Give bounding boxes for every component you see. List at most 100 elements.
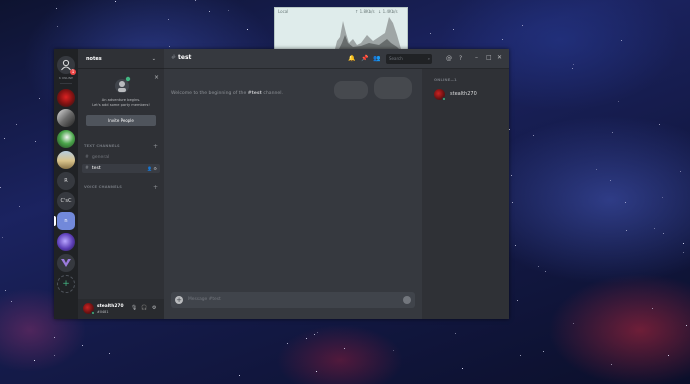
- star: [522, 25, 523, 26]
- star: [543, 351, 544, 352]
- star: [5, 290, 6, 291]
- guild-separator: [60, 83, 72, 84]
- username: stealth270: [97, 304, 124, 309]
- star: [57, 26, 58, 27]
- star: [662, 197, 663, 198]
- star: [54, 337, 55, 338]
- star: [314, 334, 315, 335]
- guild-name: notes: [86, 55, 102, 62]
- channel-settings-icons[interactable]: 👤 ⚙: [147, 166, 157, 171]
- online-count: 6 ONLINE: [58, 76, 74, 80]
- guild-icon-purple[interactable]: [57, 233, 75, 251]
- bell-icon[interactable]: 🔔: [348, 55, 355, 62]
- guild-sidebar: 1 6 ONLINE R C'sC n +: [54, 49, 78, 319]
- hash-icon: #: [171, 54, 177, 61]
- star: [316, 371, 317, 372]
- close-icon[interactable]: ✕: [497, 54, 502, 61]
- star: [668, 355, 669, 356]
- home-button[interactable]: 1: [57, 56, 76, 75]
- text-channels-category[interactable]: TEXT CHANNELS: [84, 144, 120, 148]
- pin-icon[interactable]: 📌: [361, 55, 368, 62]
- guild-icon-green[interactable]: [57, 130, 75, 148]
- create-voice-channel-icon[interactable]: +: [153, 185, 158, 191]
- minimize-icon[interactable]: –: [475, 54, 478, 61]
- channel-test[interactable]: # test 👤 ⚙: [82, 164, 160, 173]
- headphones-icon[interactable]: 🎧: [141, 305, 147, 311]
- welcome-channel: #test: [247, 91, 262, 96]
- online-category: ONLINE—1: [434, 78, 457, 82]
- star: [610, 180, 611, 181]
- guild-header[interactable]: notes ⌄: [78, 49, 164, 69]
- star: [654, 228, 655, 229]
- star: [455, 333, 456, 334]
- upload-plus-icon[interactable]: +: [175, 296, 183, 304]
- star: [453, 29, 454, 30]
- star: [545, 271, 546, 272]
- maximize-icon[interactable]: □: [486, 54, 492, 61]
- star: [462, 368, 463, 369]
- guild-r[interactable]: R: [57, 172, 75, 190]
- invite-member-icon[interactable]: 👤: [147, 166, 152, 171]
- mention-icon[interactable]: @: [446, 55, 452, 62]
- member-list-icon[interactable]: 👥: [373, 55, 380, 62]
- message-input-placeholder[interactable]: Message #test: [188, 297, 221, 302]
- invite-line-2: Let's add some party members!: [92, 103, 150, 107]
- party-illustration-icon: [115, 76, 131, 93]
- star: [511, 175, 512, 176]
- star: [683, 243, 684, 244]
- star: [502, 39, 503, 40]
- help-icon[interactable]: ?: [459, 55, 462, 62]
- gear-icon[interactable]: ⚙: [153, 166, 157, 171]
- star: [612, 132, 613, 133]
- star: [611, 364, 612, 365]
- purple-logo-icon: [61, 259, 71, 267]
- member-list: ONLINE—1 stealth270: [422, 69, 509, 319]
- guild-icon-landscape[interactable]: [57, 151, 75, 169]
- star: [618, 101, 619, 102]
- microphone-icon[interactable]: 🎙: [131, 305, 137, 311]
- emoji-icon[interactable]: [403, 296, 411, 304]
- star: [538, 266, 539, 267]
- star: [209, 11, 210, 12]
- star: [512, 202, 513, 203]
- search-input[interactable]: Search ⌕: [386, 54, 432, 64]
- star: [82, 345, 83, 346]
- guild-icon-purple-logo[interactable]: [57, 254, 75, 272]
- welcome-message: Welcome to the beginning of the #test ch…: [171, 91, 283, 96]
- guild-n[interactable]: n: [57, 212, 75, 230]
- star: [168, 19, 169, 20]
- close-icon[interactable]: ×: [154, 74, 159, 81]
- voice-channels-category[interactable]: VOICE CHANNELS: [84, 185, 122, 189]
- star: [573, 64, 574, 65]
- discord-window: 1 6 ONLINE R C'sC n + notes ⌄ × An adven…: [54, 49, 509, 319]
- star: [2, 237, 3, 238]
- guild-csc[interactable]: C'sC: [57, 192, 75, 210]
- star: [169, 46, 170, 47]
- star: [317, 332, 318, 333]
- message-composer[interactable]: + Message #test: [171, 292, 415, 308]
- channel-header: # test 🔔 📌 👥 Search ⌕ @ ? – □ ✕: [164, 49, 509, 69]
- hash-icon: #: [85, 155, 89, 160]
- star: [393, 350, 394, 351]
- star: [517, 300, 518, 301]
- guild-icon-dark[interactable]: [57, 109, 75, 127]
- channel-name: test: [91, 166, 101, 171]
- star: [621, 40, 622, 41]
- add-server-button[interactable]: +: [57, 275, 75, 293]
- channel-title: # test: [171, 54, 191, 61]
- gear-icon[interactable]: ⚙: [152, 305, 156, 311]
- welcome-suffix: channel.: [261, 91, 283, 96]
- selected-guild-indicator: [54, 216, 56, 226]
- star: [115, 1, 116, 2]
- invite-people-button[interactable]: Invite People: [86, 115, 156, 126]
- search-placeholder: Search: [389, 56, 403, 61]
- star: [56, 8, 57, 9]
- create-text-channel-icon[interactable]: +: [153, 144, 158, 150]
- guild-icon-red[interactable]: [57, 89, 75, 107]
- star: [0, 187, 1, 188]
- star: [306, 338, 307, 339]
- star: [686, 325, 687, 326]
- channel-title-text: test: [178, 54, 192, 61]
- channel-general[interactable]: # general: [82, 153, 160, 162]
- member-name[interactable]: stealth270: [450, 91, 477, 97]
